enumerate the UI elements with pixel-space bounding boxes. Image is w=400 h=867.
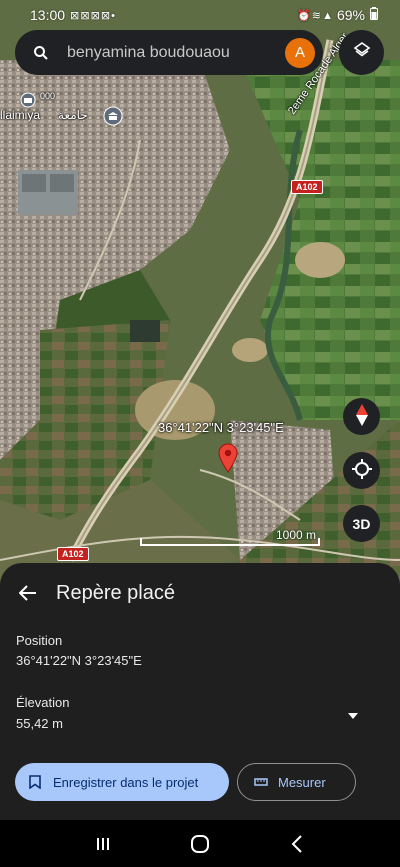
search-icon[interactable] — [31, 43, 51, 63]
panel-title: Repère placé — [56, 581, 175, 604]
scale-tick-right — [318, 538, 320, 546]
search-bar[interactable]: benyamina boudouaou A — [15, 30, 323, 75]
marker-coordinates: 36°41'22"N 3°23'45"E — [158, 420, 284, 435]
compass-button[interactable] — [343, 398, 380, 435]
recent-apps-icon[interactable] — [88, 829, 118, 859]
scale-tick-left — [140, 538, 142, 546]
save-to-project-button[interactable]: Enregistrer dans le projet — [15, 763, 229, 801]
layers-icon — [353, 41, 371, 64]
map-label-small: 000 — [40, 91, 56, 101]
back-icon[interactable] — [282, 829, 312, 859]
3d-button[interactable]: 3D — [343, 505, 380, 542]
scale-label: 1000 m — [275, 528, 316, 542]
elevation-label: Élevation — [16, 695, 70, 710]
scale-bar: 1000 m — [140, 528, 320, 548]
panel-header: Repère placé — [16, 581, 175, 605]
measure-label: Mesurer — [278, 774, 326, 790]
battery-percentage: 69% — [336, 7, 365, 23]
position-value: 36°41'22"N 3°23'45"E — [16, 653, 142, 668]
map-label-arabic: جامعة — [58, 108, 88, 122]
position-label: Position — [16, 633, 63, 648]
scale-line — [140, 544, 320, 546]
my-location-button[interactable] — [343, 452, 380, 489]
bookmark-icon — [29, 775, 43, 789]
location-pin-icon[interactable] — [218, 443, 238, 473]
search-input[interactable]: benyamina boudouaou — [67, 44, 285, 62]
measure-button[interactable]: Mesurer — [237, 763, 356, 801]
road-shield-a102-bottom: A102 — [57, 547, 89, 561]
save-to-project-label: Enregistrer dans le projet — [53, 774, 199, 790]
satellite-imagery — [0, 0, 400, 600]
compass-icon — [355, 403, 369, 430]
battery-icon — [370, 7, 378, 23]
status-bar: 13:00 ⊠ ⊠ ⊠ ⊠ • ⏰ ≋ ▲ 69% — [0, 0, 400, 30]
chevron-down-icon[interactable] — [347, 707, 359, 719]
crosshair-icon — [351, 459, 372, 482]
account-avatar[interactable]: A — [285, 37, 315, 68]
system-icons: ⏰ ≋ ▲ — [297, 9, 333, 22]
ruler-icon — [254, 775, 268, 789]
satellite-map[interactable]: 13:00 ⊠ ⊠ ⊠ ⊠ • ⏰ ≋ ▲ 69% benyamina boud… — [0, 0, 400, 600]
back-arrow-icon[interactable] — [16, 581, 40, 605]
road-shield-a102-top: A102 — [291, 180, 323, 194]
system-navigation-bar — [0, 820, 400, 867]
status-time: 13:00 — [30, 7, 66, 23]
map-label-town: llaimiya — [0, 108, 41, 122]
elevation-value: 55,42 m — [16, 716, 63, 731]
layers-button[interactable] — [339, 30, 384, 75]
home-icon[interactable] — [185, 829, 215, 859]
notification-icons: ⊠ ⊠ ⊠ ⊠ • — [70, 9, 115, 22]
university-icon[interactable] — [103, 106, 123, 129]
